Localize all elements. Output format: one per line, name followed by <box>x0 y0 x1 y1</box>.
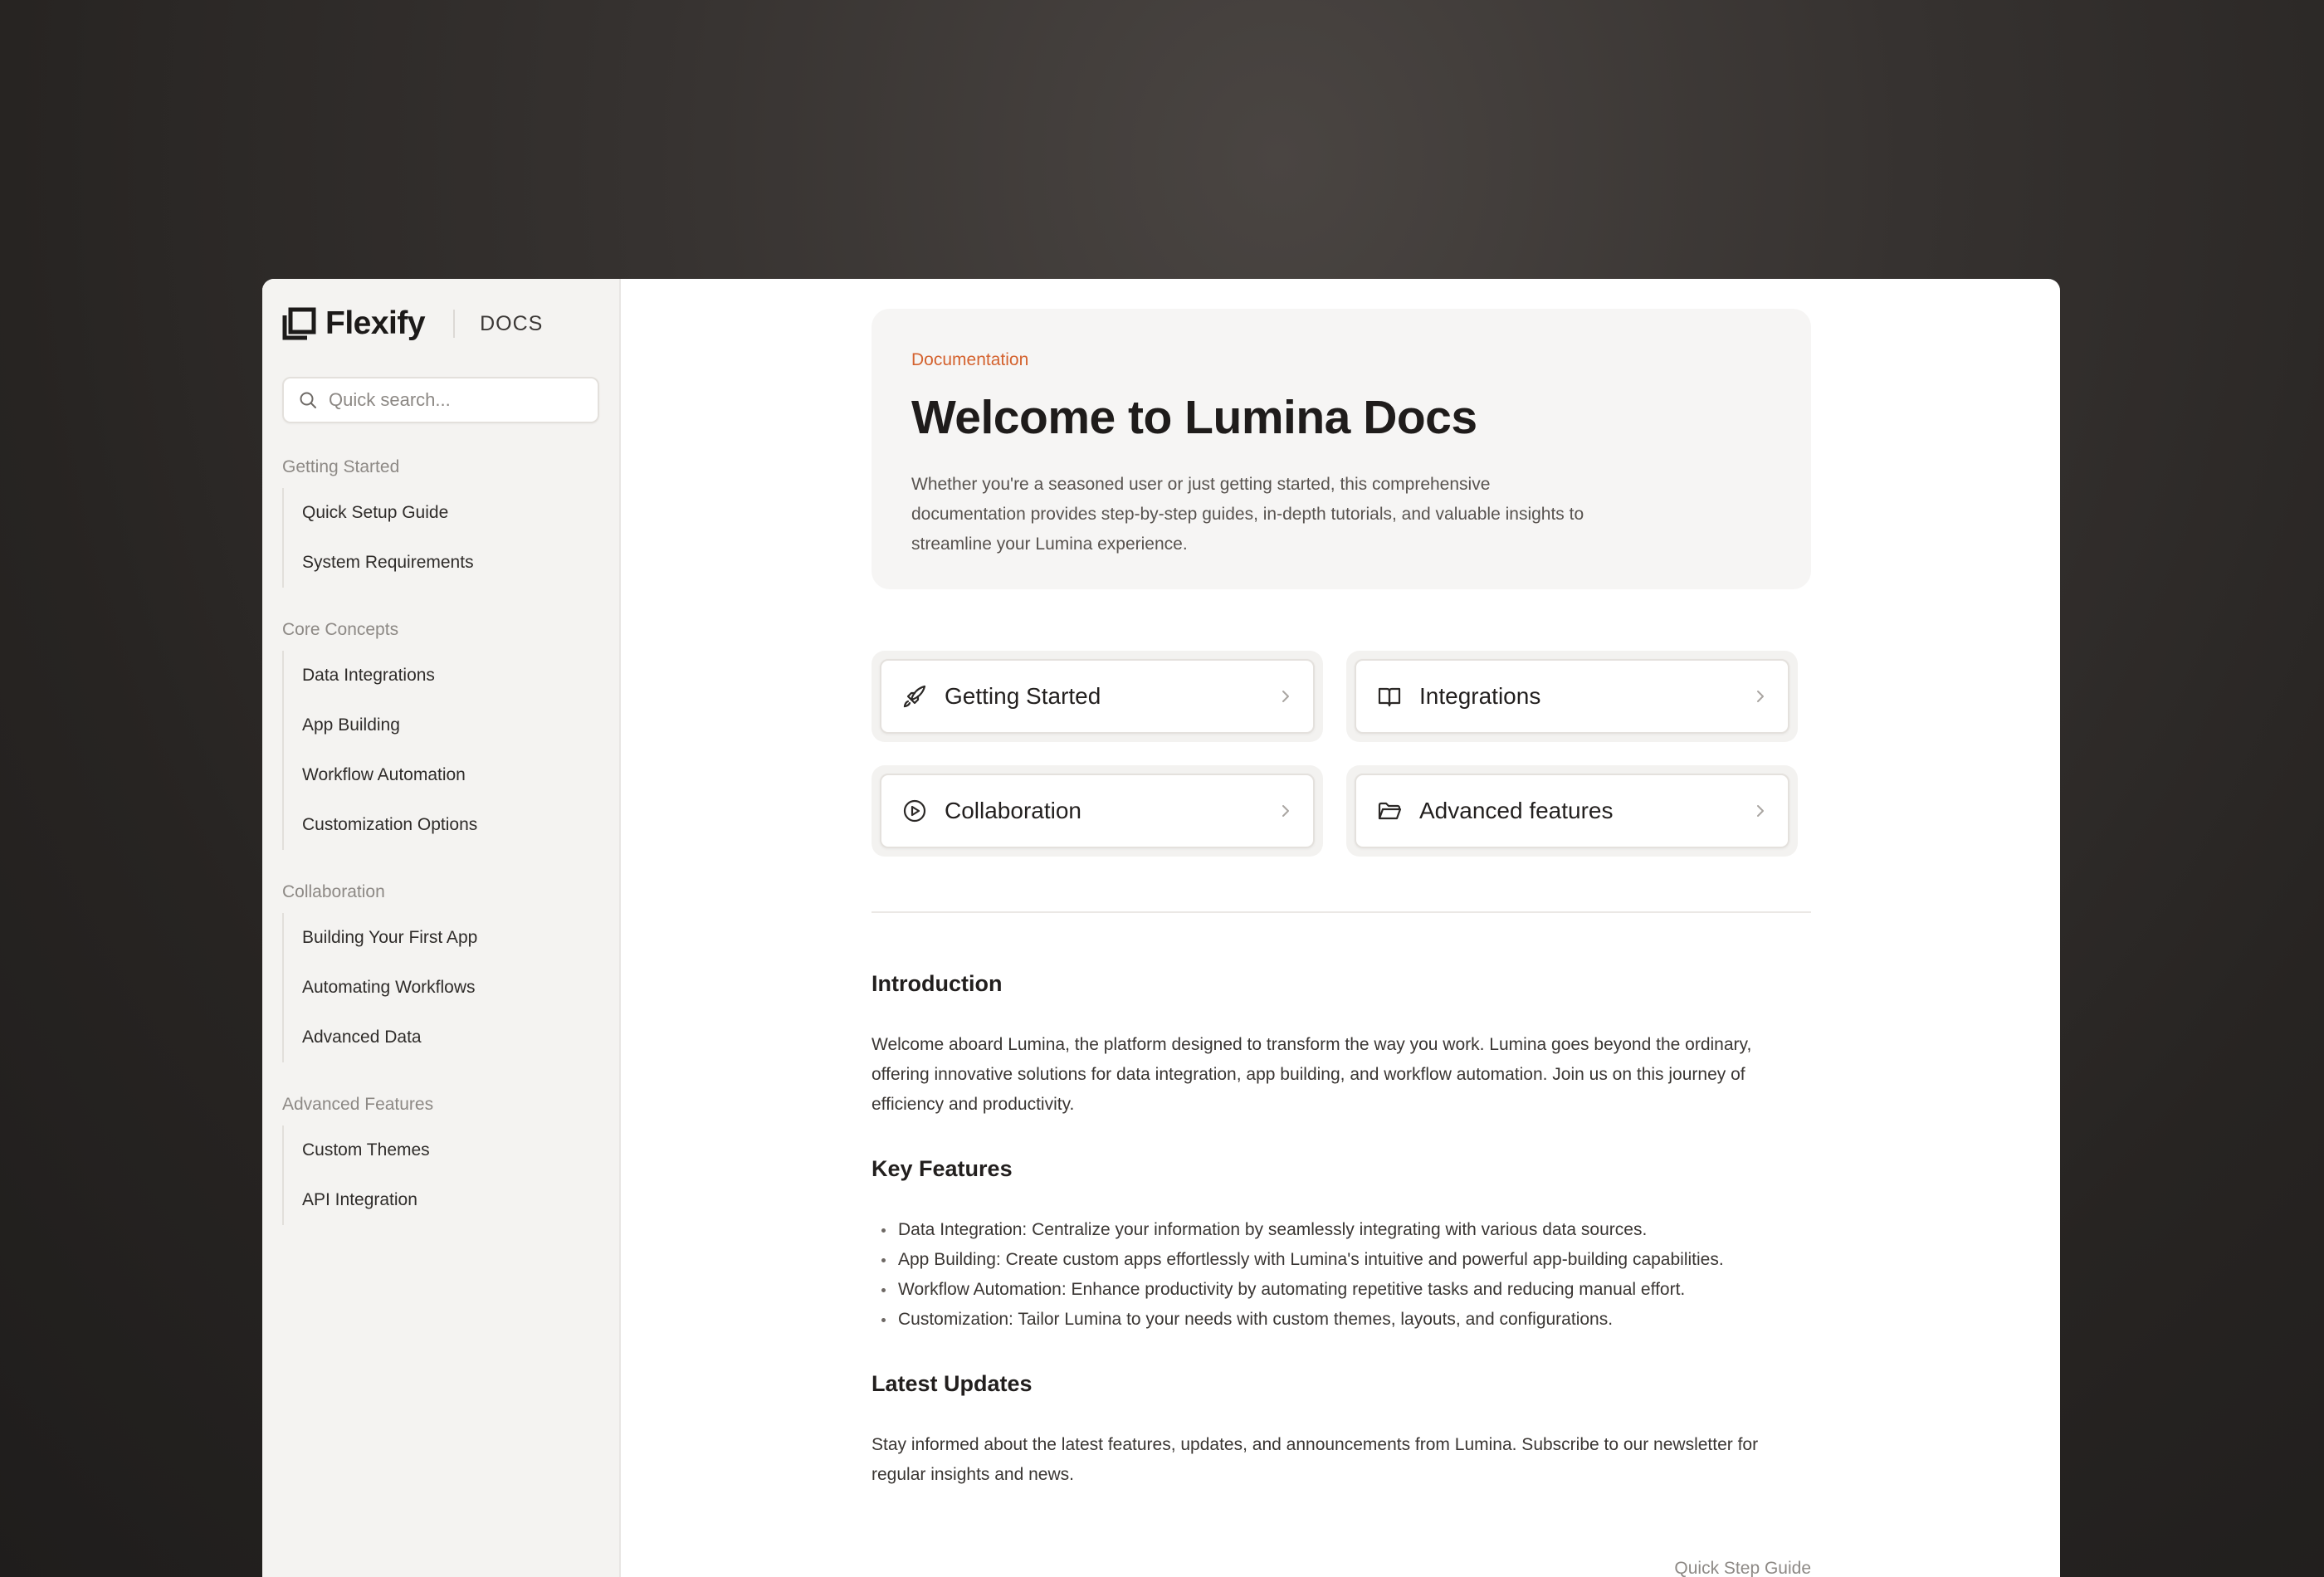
nav-heading: Core Concepts <box>282 620 399 639</box>
main-content: Documentation Welcome to Lumina Docs Whe… <box>621 279 2060 1577</box>
card-label: Collaboration <box>945 798 1081 823</box>
search-input[interactable] <box>329 389 583 411</box>
list-item: Customization: Tailor Lumina to your nee… <box>872 1305 1811 1335</box>
sidebar-item-system-requirements[interactable]: System Requirements <box>284 538 599 588</box>
flexify-logo-icon[interactable] <box>282 307 317 340</box>
chevron-right-icon <box>1753 803 1768 818</box>
rocket-icon <box>901 683 928 710</box>
introduction-heading: Introduction <box>872 971 1003 996</box>
chevron-right-icon <box>1753 689 1768 704</box>
card-collaboration[interactable]: Collaboration <box>880 774 1315 848</box>
sidebar-item-advanced-data[interactable]: Advanced Data <box>284 1013 599 1062</box>
card-label: Advanced features <box>1419 798 1614 823</box>
quick-links-grid: Getting Started Integrations Collaborati… <box>872 651 1811 857</box>
sidebar-item-quick-setup-guide[interactable]: Quick Setup Guide <box>284 488 599 538</box>
search-icon <box>299 391 317 409</box>
content-column: Documentation Welcome to Lumina Docs Whe… <box>872 309 1811 1577</box>
nav-items: Data Integrations App Building Workflow … <box>282 651 599 850</box>
card-frame: Collaboration <box>872 765 1323 857</box>
card-label: Integrations <box>1419 683 1541 709</box>
hero-panel: Documentation Welcome to Lumina Docs Whe… <box>872 309 1811 589</box>
latest-updates-text: Stay informed about the latest features,… <box>872 1435 1759 1484</box>
nav-items: Building Your First App Automating Workf… <box>282 913 599 1062</box>
card-label: Getting Started <box>945 683 1101 709</box>
brand-name[interactable]: Flexify <box>325 305 426 342</box>
sidebar-item-custom-themes[interactable]: Custom Themes <box>284 1125 599 1175</box>
nav-heading: Getting Started <box>282 457 400 476</box>
card-integrations[interactable]: Integrations <box>1355 659 1789 734</box>
card-frame: Getting Started <box>872 651 1323 742</box>
sidebar-item-customization-options[interactable]: Customization Options <box>284 800 599 850</box>
hero-description: Whether you're a seasoned user or just g… <box>911 475 1584 554</box>
section-divider <box>872 911 1811 913</box>
sidebar-item-data-integrations[interactable]: Data Integrations <box>284 651 599 701</box>
nav-group-advanced-features: Advanced Features Custom Themes API Inte… <box>282 1092 599 1225</box>
search-box[interactable] <box>282 377 599 423</box>
brand-header: Flexify DOCS <box>282 305 599 342</box>
sidebar-item-app-building[interactable]: App Building <box>284 701 599 750</box>
latest-updates-heading: Latest Updates <box>872 1371 1033 1396</box>
card-advanced-features[interactable]: Advanced features <box>1355 774 1789 848</box>
sidebar-item-api-integration[interactable]: API Integration <box>284 1175 599 1225</box>
chevron-right-icon <box>1278 689 1293 704</box>
list-item: App Building: Create custom apps effortl… <box>872 1245 1811 1275</box>
nav-heading: Advanced Features <box>282 1095 434 1114</box>
sidebar-item-building-first-app[interactable]: Building Your First App <box>284 913 599 963</box>
sidebar-item-automating-workflows[interactable]: Automating Workflows <box>284 963 599 1013</box>
nav-items: Custom Themes API Integration <box>282 1125 599 1225</box>
card-frame: Advanced features <box>1346 765 1798 857</box>
nav-heading: Collaboration <box>282 882 385 901</box>
next-page-link[interactable]: Quick Step Guide <box>1674 1559 1811 1577</box>
folder-icon <box>1376 798 1403 824</box>
card-frame: Integrations <box>1346 651 1798 742</box>
play-circle-icon <box>901 798 928 824</box>
list-item: Workflow Automation: Enhance productivit… <box>872 1275 1811 1305</box>
nav-group-collaboration: Collaboration Building Your First App Au… <box>282 880 599 1062</box>
hero-eyebrow: Documentation <box>911 350 1029 369</box>
page-title: Welcome to Lumina Docs <box>911 391 1477 444</box>
docs-label: DOCS <box>480 311 544 335</box>
sidebar-item-workflow-automation[interactable]: Workflow Automation <box>284 750 599 800</box>
nav-items: Quick Setup Guide System Requirements <box>282 488 599 588</box>
key-features-list: Data Integration: Centralize your inform… <box>872 1215 1811 1335</box>
list-item: Data Integration: Centralize your inform… <box>872 1215 1811 1245</box>
card-getting-started[interactable]: Getting Started <box>880 659 1315 734</box>
nav-group-core-concepts: Core Concepts Data Integrations App Buil… <box>282 618 599 850</box>
introduction-text: Welcome aboard Lumina, the platform desi… <box>872 1035 1752 1114</box>
chevron-right-icon <box>1278 803 1293 818</box>
book-open-icon <box>1376 683 1403 710</box>
brand-divider <box>453 310 456 338</box>
sidebar: Flexify DOCS Getting Started Quick Setup… <box>262 279 621 1577</box>
nav-group-getting-started: Getting Started Quick Setup Guide System… <box>282 455 599 588</box>
key-features-heading: Key Features <box>872 1156 1013 1181</box>
docs-window: Flexify DOCS Getting Started Quick Setup… <box>262 279 2060 1577</box>
